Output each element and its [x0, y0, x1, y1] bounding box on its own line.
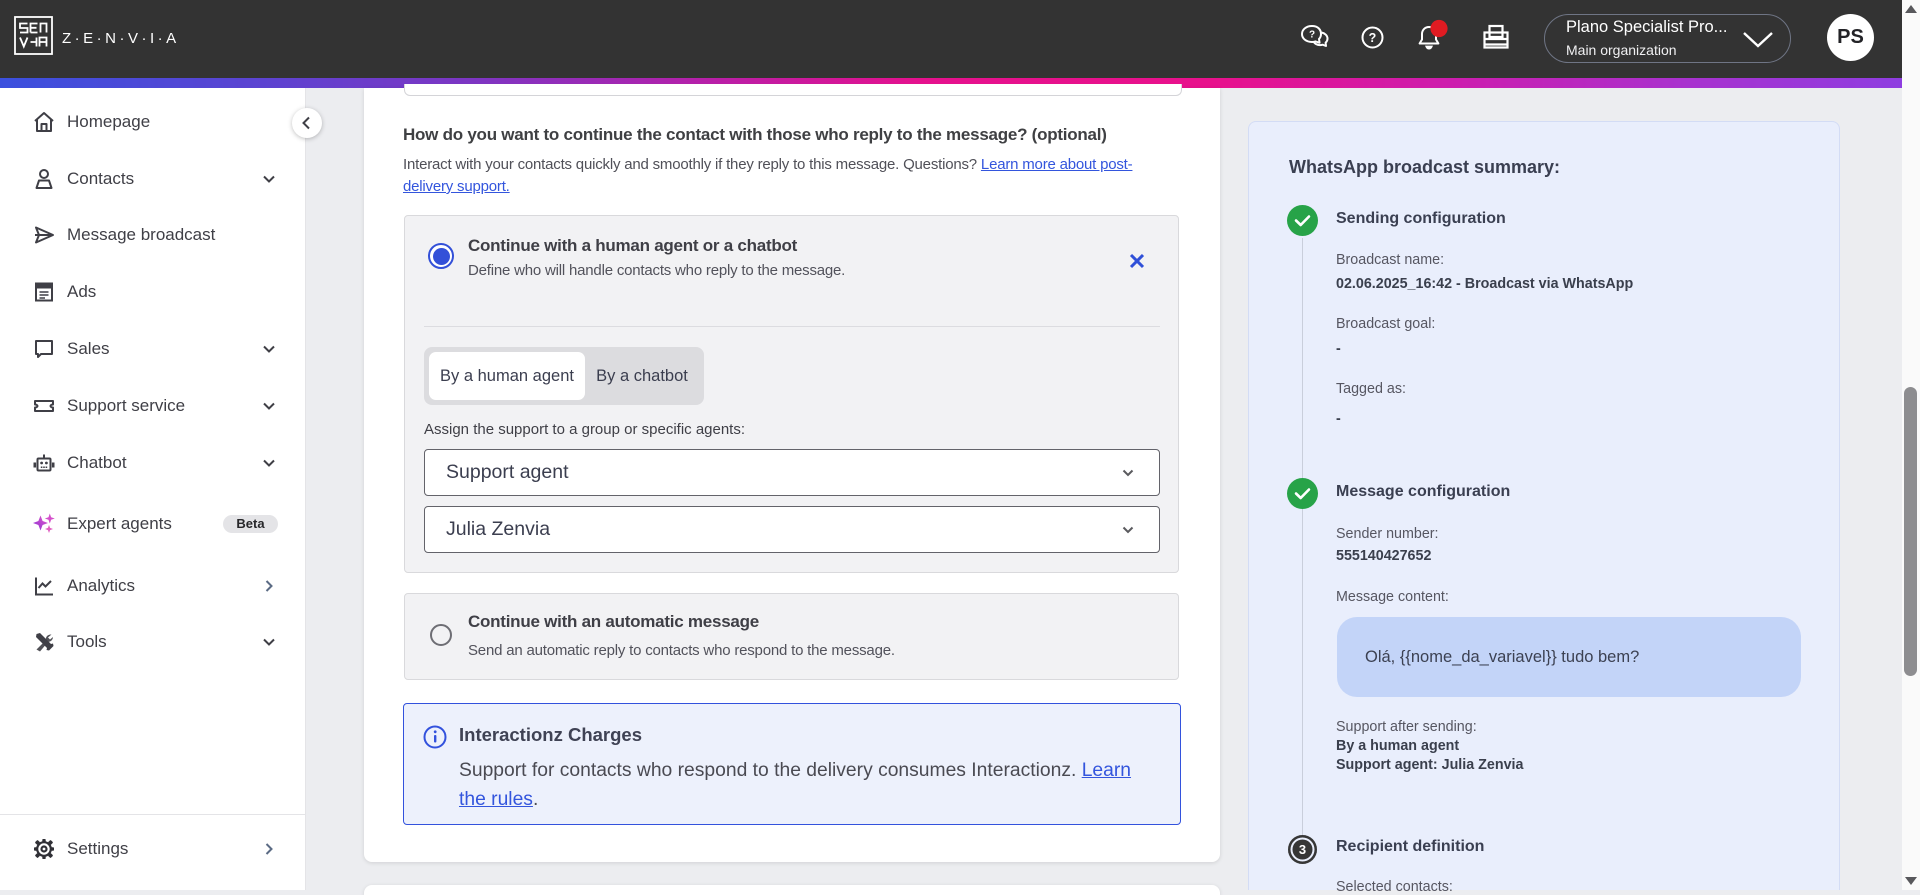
svg-text:?: ?: [1369, 31, 1377, 45]
svg-text:?: ?: [1309, 30, 1315, 41]
